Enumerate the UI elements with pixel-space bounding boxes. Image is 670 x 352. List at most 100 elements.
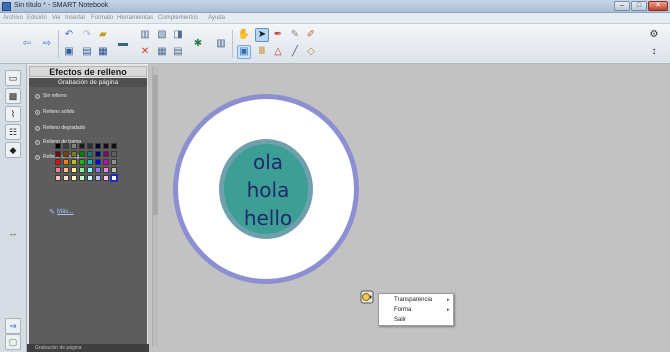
undo-icon[interactable]: ↶ (62, 28, 76, 42)
auto-hide-icon[interactable]: ▢ (5, 334, 21, 350)
table-icon[interactable]: ▥ (138, 28, 152, 42)
maximize-button[interactable]: □ (631, 1, 647, 11)
color-swatch[interactable] (111, 167, 117, 173)
redo-icon[interactable]: ↷ (80, 28, 94, 42)
page-recording-button[interactable]: Grabación de página (29, 78, 147, 87)
word-hello[interactable]: hello (230, 206, 306, 230)
object-menu-icon[interactable] (360, 290, 374, 304)
menu-herramientas[interactable]: Herramientas (117, 15, 153, 21)
properties-icon[interactable]: ▥ (214, 37, 228, 51)
fill-option-solid[interactable]: Relleno sólido (35, 108, 74, 116)
scrollbar-thumb[interactable] (153, 75, 158, 215)
measurement-tools-icon[interactable]: ◨ (171, 28, 185, 42)
fill-option-none[interactable]: Sin relleno (35, 92, 67, 100)
color-swatch[interactable] (103, 151, 109, 157)
color-swatch[interactable] (63, 151, 69, 157)
color-swatch[interactable] (103, 159, 109, 165)
color-swatch[interactable] (103, 167, 109, 173)
fill-option-gradient[interactable]: Relleno degradado (35, 124, 85, 132)
color-swatch[interactable] (63, 167, 69, 173)
document-camera-icon[interactable]: ▬ (116, 37, 130, 51)
color-swatch[interactable] (71, 167, 77, 173)
color-swatch[interactable] (111, 175, 117, 181)
screen-shade-icon[interactable]: ▤ (80, 45, 94, 59)
color-swatch[interactable] (79, 151, 85, 157)
insert-table-icon[interactable]: ▦ (155, 45, 169, 59)
color-swatch[interactable] (103, 175, 109, 181)
color-swatch[interactable] (95, 151, 101, 157)
highlighter-icon[interactable]: ✐ (304, 28, 318, 42)
color-swatch[interactable] (87, 175, 93, 181)
color-swatch[interactable] (87, 167, 93, 173)
gallery-toolbar-icon[interactable]: ▤ (171, 45, 185, 59)
shapes-icon[interactable]: ▣ (237, 45, 251, 59)
gallery-icon[interactable]: ▩ (5, 88, 21, 104)
menu-ayuda[interactable]: Ayuda (208, 15, 225, 21)
page-recording-label[interactable]: Grabación de página (35, 345, 81, 351)
color-swatch[interactable] (55, 175, 61, 181)
text-icon[interactable]: Ⅲ (255, 45, 269, 59)
color-swatch[interactable] (79, 159, 85, 165)
back-arrow-icon[interactable]: ⇦ (20, 37, 34, 51)
color-swatch[interactable] (87, 143, 93, 149)
color-swatch[interactable] (87, 151, 93, 157)
delete-icon[interactable]: ✕ (138, 45, 152, 59)
add-page-icon[interactable]: ▣ (62, 45, 76, 59)
menu-formato[interactable]: Formato (91, 15, 113, 21)
menu-item-exit[interactable]: Salir (394, 317, 406, 323)
attachments-icon[interactable]: ⌇ (5, 106, 21, 122)
color-swatch[interactable] (55, 151, 61, 157)
save-icon[interactable]: ▦ (96, 45, 110, 59)
menu-item-shape[interactable]: Forma (394, 307, 411, 313)
color-swatch[interactable] (79, 175, 85, 181)
hand-icon[interactable]: ✋ (237, 28, 251, 42)
color-swatch[interactable] (55, 143, 61, 149)
color-swatch[interactable] (111, 143, 117, 149)
menu-ver[interactable]: Ver (52, 15, 61, 21)
color-swatch[interactable] (71, 143, 77, 149)
menu-item-transparency[interactable]: Transparencia (394, 297, 432, 303)
color-swatch[interactable] (71, 151, 77, 157)
triangle-shape-icon[interactable]: △ (271, 45, 285, 59)
color-picker-icon[interactable]: ✎ (49, 208, 55, 216)
color-swatch[interactable] (103, 143, 109, 149)
move-toolbar-icon[interactable]: ↕ (647, 45, 661, 59)
radio-icon[interactable] (35, 139, 40, 145)
color-swatch[interactable] (95, 175, 101, 181)
radio-icon[interactable] (35, 125, 40, 131)
color-swatch[interactable] (95, 167, 101, 173)
color-swatch[interactable] (63, 143, 69, 149)
word-hola[interactable]: hola (230, 178, 306, 202)
word-ola[interactable]: ola (230, 150, 306, 174)
color-swatch[interactable] (95, 159, 101, 165)
magic-pen-icon[interactable]: ✱ (191, 37, 205, 51)
color-swatch[interactable] (55, 159, 61, 165)
select-icon[interactable]: ➤ (255, 28, 269, 42)
color-swatch[interactable] (111, 151, 117, 157)
page-sorter-icon[interactable]: ▭ (5, 70, 21, 86)
color-swatch[interactable] (79, 167, 85, 173)
menu-archivo[interactable]: Archivo (3, 15, 23, 21)
radio-checked-icon[interactable] (35, 109, 40, 115)
radio-icon[interactable] (35, 154, 40, 160)
more-colors-link[interactable]: Más... (57, 209, 73, 215)
line-icon[interactable]: ╱ (288, 45, 302, 59)
settings-icon[interactable]: ⚙ (647, 28, 661, 42)
color-swatch[interactable] (79, 143, 85, 149)
color-swatch[interactable] (55, 167, 61, 173)
radio-icon[interactable] (35, 93, 40, 99)
menu-insertar[interactable]: Insertar (65, 15, 85, 21)
color-swatch[interactable] (95, 143, 101, 149)
eraser-icon[interactable]: ✎ (288, 28, 302, 42)
properties-tab-icon[interactable]: ☷ (5, 124, 21, 140)
color-swatch[interactable] (63, 175, 69, 181)
forward-arrow-icon[interactable]: ⇨ (40, 37, 54, 51)
collapse-panel-icon[interactable]: ↔ (5, 226, 21, 242)
color-swatch[interactable] (87, 159, 93, 165)
fill-icon[interactable]: ◇ (304, 45, 318, 59)
vertical-scrollbar[interactable] (152, 67, 158, 347)
pen-icon[interactable]: ✒ (271, 28, 285, 42)
color-swatch[interactable] (71, 175, 77, 181)
color-swatch[interactable] (63, 159, 69, 165)
menu-complementos[interactable]: Complementos (158, 15, 198, 21)
